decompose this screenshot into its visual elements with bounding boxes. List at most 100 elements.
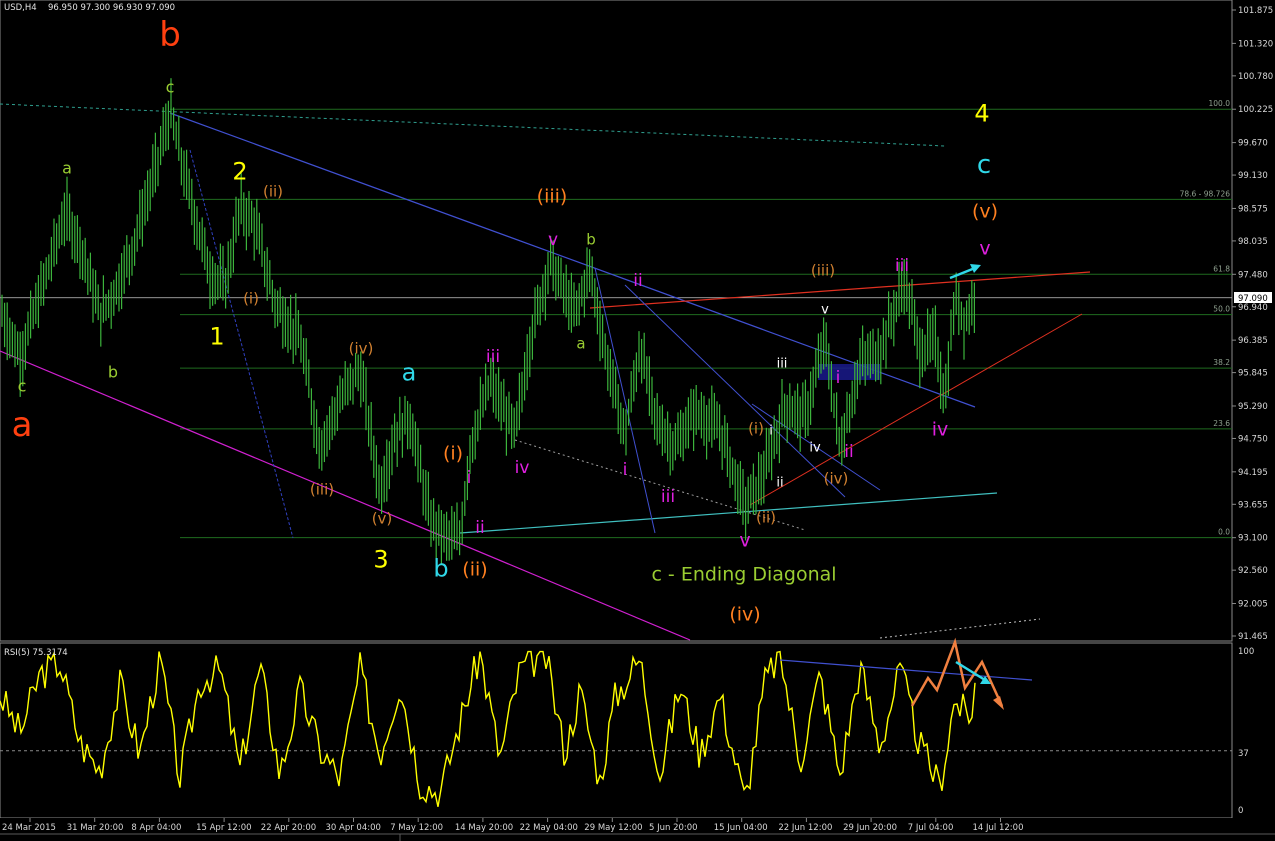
time-tick-label: 31 Mar 20:00	[67, 823, 124, 833]
time-tick-label: 22 May 04:00	[520, 823, 578, 833]
wave-label: ii	[475, 518, 484, 538]
fib-level-label: 0.0	[1218, 528, 1230, 537]
wave-label: iv	[515, 458, 530, 478]
price-chart[interactable]: 100.0 78.6 - 98.726 61.8 50.0 38.2 23.6 0.0 b a…	[0, 0, 1275, 841]
time-tick-label: 8 Apr 04:00	[131, 823, 181, 833]
time-tick-label: 22 Apr 20:00	[261, 823, 316, 833]
wave-label: (ii)	[462, 559, 487, 581]
wave-label: 3	[373, 545, 388, 573]
wave-label: (v)	[372, 509, 393, 527]
wave-label: b	[159, 15, 181, 55]
wave-label: v	[979, 238, 990, 260]
fib-level-label: 23.6	[1213, 419, 1230, 428]
price-tick-label: 100.780	[1238, 72, 1273, 82]
price-axis: 101.875 101.320 100.780 100.225 99.670 99.130…	[1232, 6, 1273, 642]
wave-label: v	[821, 303, 829, 318]
rsi-level-37: 37	[1238, 749, 1249, 759]
price-tick-label: 93.655	[1238, 500, 1268, 510]
time-tick-label: 7 Jul 04:00	[908, 823, 954, 833]
wave-label: iv	[932, 419, 949, 441]
rsi-level-0: 0	[1238, 806, 1243, 816]
time-tick-label: 7 May 12:00	[390, 823, 443, 833]
wave-label: (iv)	[349, 339, 374, 357]
wave-label: ii	[776, 476, 783, 491]
time-tick-label: 15 Jun 04:00	[714, 823, 768, 833]
time-tick-label: 14 Jul 12:00	[973, 823, 1024, 833]
wave-label: 1	[209, 322, 224, 350]
wave-label: 4	[974, 99, 989, 127]
wave-label: i	[623, 460, 628, 480]
fib-level-label: 61.8	[1213, 264, 1230, 273]
wave-label: (iii)	[310, 480, 334, 498]
price-tick-label: 93.100	[1238, 534, 1268, 544]
wave-label: v	[548, 230, 558, 250]
time-tick-label: 5 Jun 20:00	[649, 823, 698, 833]
price-tick-label: 94.195	[1238, 468, 1268, 478]
price-tick-label: 91.465	[1238, 632, 1268, 642]
wave-label: (i)	[243, 289, 259, 307]
wave-label: iii	[486, 347, 500, 367]
time-tick-label: 30 Apr 04:00	[326, 823, 381, 833]
fib-level-label: 78.6 - 98.726	[1180, 189, 1231, 198]
wave-label: iii	[661, 487, 675, 507]
time-tick-label: 29 May 12:00	[584, 823, 642, 833]
wave-label: 2	[232, 157, 247, 185]
wave-label: i	[836, 368, 841, 388]
price-tick-label: 97.480	[1238, 270, 1268, 280]
price-tick-label: 98.575	[1238, 204, 1268, 214]
price-tick-label: 99.670	[1238, 139, 1268, 149]
wave-label: a	[62, 159, 72, 178]
price-tick-label: 96.940	[1238, 303, 1268, 313]
wave-label: i	[467, 468, 472, 488]
price-tick-label: 101.875	[1238, 6, 1273, 16]
wave-label: a	[576, 334, 585, 352]
wave-label: (ii)	[263, 182, 283, 200]
wave-label: ii	[633, 271, 642, 291]
wave-label: iii	[895, 256, 909, 276]
price-tick-label: 98.035	[1238, 237, 1268, 247]
price-tick-label: 94.750	[1238, 434, 1268, 444]
time-tick-label: 15 Apr 12:00	[196, 823, 251, 833]
wave-label: (iv)	[824, 469, 849, 487]
wave-label: c	[166, 78, 175, 97]
chart-symbol-label: USD,H4	[4, 3, 37, 13]
wave-label: (i)	[443, 443, 463, 465]
time-tick-label: 24 Mar 2015	[2, 823, 56, 833]
price-tick-label: 99.130	[1238, 171, 1268, 181]
wave-label: b	[586, 230, 596, 248]
wave-label: iv	[809, 441, 821, 456]
fib-level-label: 38.2	[1213, 358, 1230, 367]
price-tick-label: 95.845	[1238, 369, 1268, 379]
wave-label: c	[18, 377, 27, 396]
wave-label: ii	[844, 442, 853, 462]
wave-label: v	[739, 530, 750, 552]
wave-label: b	[433, 554, 448, 582]
wave-label: iii	[777, 357, 788, 372]
main-chart-panel[interactable]	[0, 0, 1233, 642]
current-price-value: 97.090	[1238, 294, 1268, 304]
wave-label: b	[108, 363, 118, 382]
price-tick-label: 92.560	[1238, 566, 1268, 576]
wave-label: c	[977, 150, 991, 180]
price-tick-label: 95.290	[1238, 402, 1268, 412]
wave-label: (iii)	[811, 261, 835, 279]
wave-label: i	[769, 424, 773, 439]
wave-label: (iii)	[537, 186, 568, 208]
time-tick-label: 29 Jun 20:00	[843, 823, 897, 833]
rsi-level-100: 100	[1238, 647, 1254, 657]
fib-level-label: 100.0	[1209, 99, 1231, 108]
fib-level-label: 50.0	[1213, 305, 1230, 314]
price-tick-label: 92.005	[1238, 600, 1268, 610]
price-tick-label: 96.385	[1238, 336, 1268, 346]
wave-label: (iv)	[729, 604, 760, 626]
price-tick-label: 101.320	[1238, 39, 1273, 49]
rsi-panel[interactable]	[0, 642, 1233, 819]
wave-label: a	[402, 358, 417, 386]
price-tick-label: 100.225	[1238, 105, 1273, 115]
time-tick-label: 22 Jun 12:00	[778, 823, 832, 833]
wave-label: a	[12, 405, 33, 445]
wave-label: (ii)	[756, 508, 776, 526]
rsi-label: RSI(5) 75.3174	[4, 648, 68, 658]
chart-ohlc-readout: 96.950 97.300 96.930 97.090	[48, 3, 175, 13]
wave-label: c - Ending Diagonal	[651, 564, 836, 586]
